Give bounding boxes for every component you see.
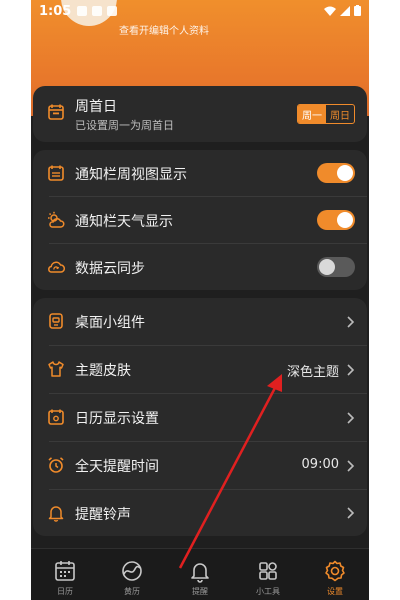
toggle-label: 通知栏周视图显示 [75, 167, 187, 183]
toggle-label: 数据云同步 [75, 261, 145, 277]
tab-almanac[interactable]: 黄历 [112, 557, 152, 597]
calendar-icon [55, 561, 75, 581]
menu-label: 全天提醒时间 [75, 459, 159, 475]
widget-icon [49, 313, 63, 329]
toggle-knob [337, 165, 353, 181]
menu-label: 提醒铃声 [75, 507, 131, 523]
reminder-time-value: 09:00 [301, 457, 339, 472]
menu-label: 桌面小组件 [75, 315, 145, 331]
tab-label: 设置 [327, 587, 343, 596]
signal-icon [340, 5, 350, 16]
chevron-right-icon [347, 412, 355, 424]
tab-label: 提醒 [192, 587, 208, 596]
week-start-title: 周首日 [75, 99, 117, 115]
notification-settings-card: 通知栏周视图显示 通知栏天气显示 数据云同步 [33, 150, 367, 290]
week-view-toggle[interactable] [317, 163, 355, 183]
profile-hint[interactable]: 查看开编辑个人资料 [119, 22, 209, 37]
option-sunday[interactable]: 周日 [326, 105, 354, 123]
bell-icon [48, 506, 64, 522]
tab-calendar[interactable]: 日历 [45, 557, 85, 597]
tab-tools[interactable]: 小工具 [248, 557, 288, 597]
week-start-card: 周首日 已设置周一为周首日 周一 周日 [33, 86, 367, 142]
menu-row-calendar-display[interactable]: 日历显示设置 [33, 394, 367, 441]
menu-label: 日历显示设置 [75, 411, 159, 427]
status-bar: 1:05 [31, 0, 369, 24]
calendar-week-icon [48, 104, 64, 120]
tshirt-icon [48, 361, 64, 377]
weather-toggle[interactable] [317, 210, 355, 230]
bell-icon [191, 563, 209, 583]
toggle-knob [337, 212, 353, 228]
calendar-settings-icon [48, 409, 64, 425]
tab-label: 小工具 [256, 587, 280, 596]
phone-screen: 查看开编辑个人资料 1:05 周首日 已设置周一为周首日 周一 周日 通知栏周视… [31, 0, 369, 600]
grid-icon [259, 562, 277, 580]
alarm-clock-icon [48, 457, 64, 473]
bottom-tab-bar: 日历 黄历 提醒 小工具 设置 [31, 548, 369, 600]
settings-icon [325, 560, 345, 582]
week-start-row[interactable]: 周首日 已设置周一为周首日 周一 周日 [33, 86, 367, 142]
menu-row-all-day-reminder[interactable]: 全天提醒时间 09:00 [33, 442, 367, 489]
toggle-row-cloud-sync[interactable]: 数据云同步 [33, 244, 367, 290]
battery-icon [354, 5, 361, 16]
tab-settings[interactable]: 设置 [315, 557, 355, 597]
tab-label: 日历 [57, 587, 73, 596]
notification-icon [77, 6, 87, 16]
app-a-icon [107, 6, 117, 16]
status-time: 1:05 [39, 4, 72, 19]
toggle-label: 通知栏天气显示 [75, 214, 173, 230]
chevron-right-icon [347, 316, 355, 328]
general-settings-card: 桌面小组件 主题皮肤 深色主题 日历显示设置 全天提醒时间 09:00 提醒铃声 [33, 298, 367, 536]
menu-row-widgets[interactable]: 桌面小组件 [33, 298, 367, 345]
notification-icons [77, 6, 117, 16]
week-start-subtitle: 已设置周一为周首日 [75, 119, 174, 132]
week-start-segmented-control[interactable]: 周一 周日 [297, 104, 355, 124]
option-monday[interactable]: 周一 [298, 105, 326, 123]
toggle-row-weather[interactable]: 通知栏天气显示 [33, 197, 367, 243]
chevron-right-icon [347, 364, 355, 376]
cloud-sync-toggle[interactable] [317, 257, 355, 277]
theme-value: 深色主题 [286, 365, 339, 380]
wifi-icon [324, 6, 336, 16]
menu-row-theme[interactable]: 主题皮肤 深色主题 [33, 346, 367, 393]
chevron-right-icon [347, 507, 355, 519]
weather-icon [48, 211, 65, 228]
tab-reminder[interactable]: 提醒 [180, 557, 220, 597]
menu-row-ringtone[interactable]: 提醒铃声 [33, 490, 367, 536]
system-icons [324, 5, 361, 16]
image-icon [92, 6, 102, 16]
menu-label: 主题皮肤 [75, 363, 131, 379]
toggle-row-week-view[interactable]: 通知栏周视图显示 [33, 150, 367, 196]
cloud-sync-icon [48, 261, 65, 273]
toggle-knob [319, 259, 335, 275]
almanac-icon [122, 561, 142, 581]
calendar-week-icon [48, 165, 64, 181]
chevron-right-icon [347, 460, 355, 472]
tab-label: 黄历 [124, 587, 140, 596]
